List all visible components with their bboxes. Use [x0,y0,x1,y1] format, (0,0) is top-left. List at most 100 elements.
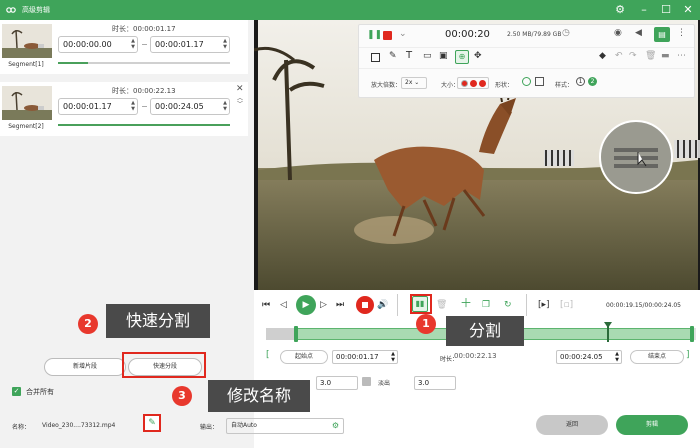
set-start-button[interactable]: 起始点 [280,350,328,364]
fade-out-checkbox[interactable] [362,377,371,386]
play-button[interactable]: ▶ [296,295,316,315]
segment-card[interactable]: Segment[1] 时长：00:00:01.17 00:00:00.00 ▲ ▼ … [0,20,248,74]
divider [397,294,398,316]
trim-handle-right[interactable] [690,326,694,342]
merge-label: 合并所有 [26,388,54,396]
style-label: 样式： [555,82,574,89]
segment-thumbnail [2,86,52,120]
prev-frame-icon[interactable]: ◁ [280,298,287,312]
add-marker-icon[interactable]: ＋ [460,296,472,310]
window-title: 高级剪辑 [22,6,50,14]
bracket-left-icon: [ [266,350,270,360]
set-end-button[interactable]: 结束点 [630,350,684,364]
toolbox-icon[interactable]: ▤ [654,27,670,42]
pause-icon[interactable]: ❚❚ [367,30,382,40]
quick-split-highlight-frame [122,352,206,378]
spotlight-tool-icon[interactable]: ✥ [474,51,482,61]
segment-progress-track [88,62,230,64]
skip-end-icon[interactable]: ⏭ [336,298,344,312]
rename-edit-icon[interactable]: ✎ [143,414,161,432]
stop-record-icon[interactable] [383,31,392,40]
square-shape-icon[interactable] [535,77,544,86]
segment-start-field[interactable]: 00:00:01.17 ▲ ▼ [58,98,138,115]
close-button[interactable]: ✕ [680,2,696,18]
undo-icon[interactable]: ↶ [615,51,623,61]
segment-end-field[interactable]: 00:00:01.17 ▲ ▼ [150,36,230,53]
size-picker[interactable] [457,77,489,89]
cut-button[interactable]: 剪辑 [616,415,688,435]
shape-label: 形状： [495,82,514,89]
next-frame-icon[interactable]: ▷ [320,298,327,312]
bracket-right-icon: ] [686,350,690,360]
move-segment-icon[interactable]: ︿ ﹀ [237,96,243,108]
segment-duration: 时长：00:00:22.13 [112,87,176,95]
reset-icon[interactable]: ↻ [504,298,512,312]
segment-card[interactable]: Segment[2] 时长：00:00:22.13 00:00:01.17 ▲ ▼ … [0,82,248,136]
camera-icon[interactable]: ◉ [614,28,622,38]
settings-icon[interactable]: ⚙ [612,2,628,18]
copy-icon[interactable]: ❐ [482,298,490,312]
image-tool-icon[interactable]: ▣ [439,51,448,61]
recorder-toolbar: ❚❚ ⌄ 00:00:20 2.50 MB/79.89 GB ◷ ◉ ◀ ▤ ⋮… [358,24,695,98]
more-icon[interactable]: ⋮ [677,28,686,38]
zoom-select[interactable]: 2x ⌄ [401,77,427,89]
annotation-label-rename: 修改名称 [208,380,310,412]
trim-start-field[interactable]: 00:00:01.17 ▲ ▼ [332,350,398,364]
annotation-label-split: 分割 [446,316,524,346]
delete-icon[interactable]: 🗑 [645,51,656,61]
delete-segment-button[interactable]: 🗑 [436,298,447,312]
trim-end-field[interactable]: 00:00:24.05 ▲ ▼ [556,350,622,364]
fade-in-field[interactable]: 3.0 [316,376,358,390]
segment-end-field[interactable]: 00:00:24.05 ▲ ▼ [150,98,230,115]
segment-thumbnail [2,24,52,58]
redo-icon[interactable]: ↷ [629,51,637,61]
output-path-field[interactable]: 自动Auto ⚙ [226,418,344,434]
annotation-badge-1: 1 [416,314,436,334]
output-label: 输出： [200,424,219,431]
merge-checkbox[interactable]: ✓ [12,387,21,396]
minimize-button[interactable]: – [636,2,652,18]
eraser-icon[interactable]: ◆ [599,51,606,61]
gear-icon: ⚙ [331,421,339,430]
segment-progress [58,62,88,64]
annotation-badge-3: 3 [172,386,192,406]
segment-duration: 时长：00:00:01.17 [112,25,176,33]
time-readout: 00:00:19.15/00:00:24.05 [606,302,681,309]
speaker-icon[interactable]: ◀ [635,28,642,38]
volume-icon[interactable]: 🔊 [377,298,388,312]
mark-in-icon[interactable]: [▸] [538,298,550,312]
new-segment-button[interactable]: 新增片段 [44,358,126,376]
file-name: Video_230....73312.mp4 [42,422,116,429]
rectangle-tool-icon[interactable] [371,53,380,62]
stop-button[interactable] [356,296,374,314]
skip-start-icon[interactable]: ⏮ [262,298,270,312]
back-button[interactable]: 返回 [536,415,608,435]
clear-icon[interactable]: ▬ [661,51,670,61]
clock-icon[interactable]: ◷ [562,28,570,38]
name-label: 名称： [12,424,31,431]
record-time: 00:00:20 [445,29,490,40]
title-bar: 高级剪辑 ⚙ – ☐ ✕ [0,0,700,20]
delete-segment-icon[interactable]: ✕ [236,84,244,94]
zoom-label: 放大倍数： [371,82,402,89]
settings-small-icon[interactable]: ⋯ [677,51,686,61]
pen-tool-icon[interactable]: ✎ [389,51,397,61]
maximize-button[interactable]: ☐ [658,2,674,18]
trim-handle-left[interactable] [294,326,298,342]
callout-tool-icon[interactable]: ▭ [423,51,432,61]
hide-icon[interactable]: ⌄ [399,29,407,39]
text-tool-icon[interactable]: T [406,50,412,61]
style-option-1[interactable]: 1 [576,77,585,86]
segment-progress [58,124,230,126]
annotation-badge-2: 2 [78,314,98,334]
fade-out-field[interactable]: 3.0 [414,376,456,390]
magnifier-tool-icon[interactable]: ⊕ [455,50,469,64]
segment-start-field[interactable]: 00:00:00.00 ▲ ▼ [58,36,138,53]
circle-shape-icon[interactable] [522,77,531,86]
style-option-2[interactable]: 2 [588,77,597,86]
range-dash [142,44,147,45]
mark-out-icon[interactable]: [▫] [560,298,573,312]
divider [526,294,527,316]
segment-label: Segment[1] [8,61,44,68]
app-logo-icon [6,7,16,13]
